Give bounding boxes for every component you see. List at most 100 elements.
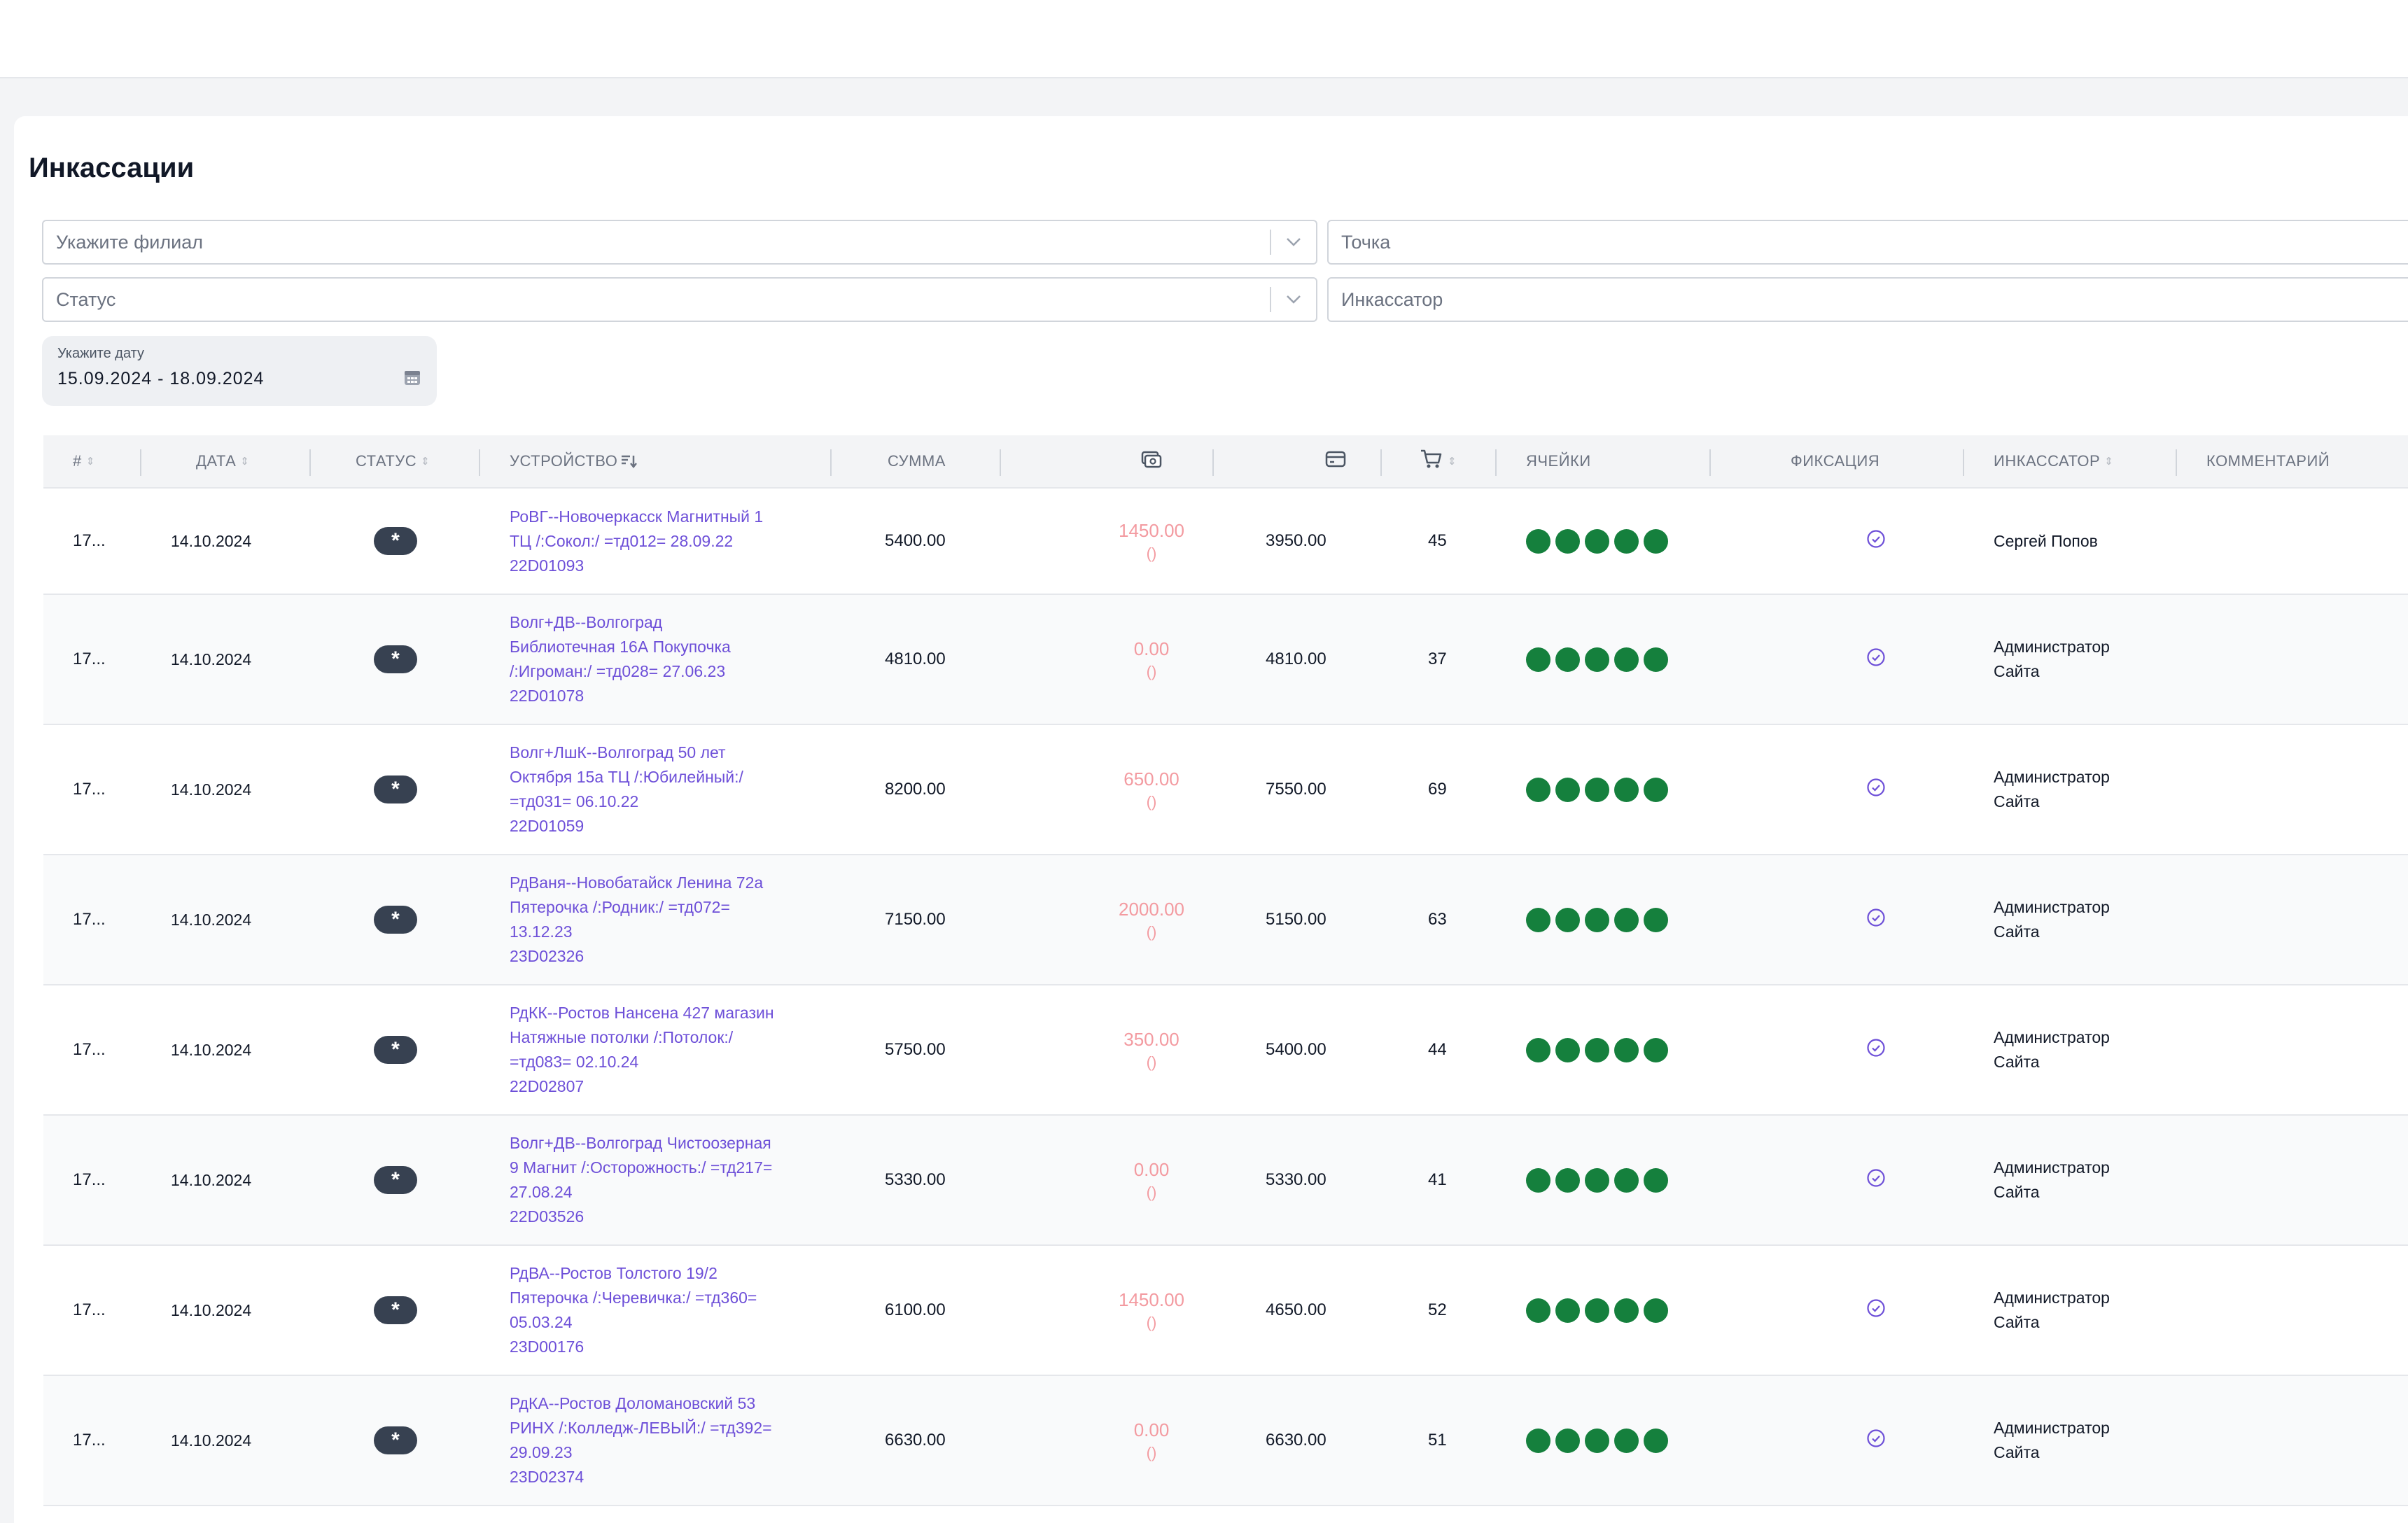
date-range-label: Укажите дату bbox=[57, 346, 145, 361]
cash-detail[interactable]: () bbox=[1147, 1184, 1157, 1202]
row-card: 3950.00 bbox=[1266, 531, 1326, 550]
sort-icon[interactable]: ⇕ bbox=[2104, 455, 2113, 468]
status-badge[interactable]: * bbox=[374, 1036, 417, 1064]
cash-detail[interactable]: () bbox=[1147, 545, 1157, 563]
table-row[interactable]: 17... 14.10.2024 * РдКА--Ростов Доломано… bbox=[43, 1376, 2408, 1506]
cash-detail[interactable]: () bbox=[1147, 1314, 1157, 1332]
column-id[interactable]: # ⇕ bbox=[73, 435, 95, 487]
cell-status-dot bbox=[1526, 647, 1550, 672]
column-divider bbox=[309, 449, 311, 476]
status-badge[interactable]: * bbox=[374, 1166, 417, 1194]
table-row[interactable]: 17... 14.10.2024 * Волг+ДВ--Волгоград Чи… bbox=[43, 1116, 2408, 1246]
device-link[interactable]: Волг+ДВ--Волгоград Библиотечная 16А Поку… bbox=[510, 610, 731, 708]
table-row[interactable]: 17... 14.10.2024 * Волг+ЛшК--Волгоград 5… bbox=[43, 725, 2408, 855]
cell-status-dot bbox=[1614, 528, 1639, 554]
cash-detail[interactable]: () bbox=[1147, 923, 1157, 941]
check-circle-icon[interactable] bbox=[1866, 1168, 1886, 1193]
row-status: * bbox=[374, 855, 417, 984]
cash-detail[interactable]: () bbox=[1147, 793, 1157, 811]
check-circle-icon[interactable] bbox=[1866, 529, 1886, 554]
cell-status-dot bbox=[1555, 777, 1580, 802]
status-badge[interactable]: * bbox=[374, 645, 417, 673]
row-id: 17... bbox=[73, 1040, 106, 1059]
device-link[interactable]: РдВаня--Новобатайск Ленина 72а Пятерочка… bbox=[510, 871, 763, 969]
table-row[interactable]: 17... 14.10.2024 * Волг+ДВ--Волгоград Би… bbox=[43, 595, 2408, 725]
row-fixation bbox=[1866, 595, 1886, 724]
column-device-label: Устройство bbox=[510, 452, 618, 470]
device-link[interactable]: РдВА--Ростов Толстого 19/2 Пятерочка /:Ч… bbox=[510, 1261, 757, 1359]
sort-icon[interactable]: ⇕ bbox=[421, 455, 430, 468]
status-select[interactable]: Статус bbox=[42, 277, 1317, 322]
column-divider bbox=[479, 449, 480, 476]
sort-icon[interactable]: ⇕ bbox=[86, 455, 95, 468]
status-badge[interactable]: * bbox=[374, 1426, 417, 1454]
row-device: Волг+ДВ--Волгоград Библиотечная 16А Поку… bbox=[510, 595, 804, 724]
column-device[interactable]: Устройство bbox=[510, 435, 638, 487]
date-range-picker[interactable]: Укажите дату 15.09.2024 - 18.09.2024 bbox=[42, 336, 437, 406]
column-cart[interactable]: ⇕ bbox=[1420, 435, 1457, 487]
column-collector[interactable]: Инкассатор ⇕ bbox=[1994, 435, 2113, 487]
device-link[interactable]: РдКК--Ростов Нансена 427 магазин Натяжны… bbox=[510, 1001, 774, 1099]
check-circle-icon[interactable] bbox=[1866, 647, 1886, 672]
device-link[interactable]: Волг+ЛшК--Волгоград 50 лет Октября 15а Т… bbox=[510, 741, 743, 838]
cell-status-dot bbox=[1526, 1298, 1550, 1323]
sort-icon[interactable]: ⇕ bbox=[240, 455, 249, 468]
cash-amount: 650.00 bbox=[1124, 768, 1180, 789]
column-status[interactable]: Статус ⇕ bbox=[356, 435, 430, 487]
row-collector: Администратор Сайта bbox=[1994, 1116, 2176, 1244]
chevron-down-icon[interactable] bbox=[1271, 237, 1316, 247]
cash-amount: 350.00 bbox=[1124, 1028, 1180, 1050]
table-row[interactable]: 17... 14.10.2024 * РоВГ--Новочеркасск Ма… bbox=[43, 489, 2408, 595]
column-fixation[interactable]: Фиксация bbox=[1791, 435, 1879, 487]
status-badge[interactable]: * bbox=[374, 775, 417, 803]
check-circle-icon[interactable] bbox=[1866, 1038, 1886, 1062]
column-comment[interactable]: Комментарий bbox=[2206, 435, 2330, 487]
row-cart: 69 bbox=[1428, 780, 1447, 799]
status-badge[interactable]: * bbox=[374, 527, 417, 555]
device-link[interactable]: РдКА--Ростов Доломановский 53 РИНХ /:Кол… bbox=[510, 1391, 772, 1489]
column-sum[interactable]: Сумма bbox=[888, 435, 946, 487]
column-date[interactable]: Дата ⇕ bbox=[196, 435, 249, 487]
branch-select[interactable]: Укажите филиал bbox=[42, 220, 1317, 265]
table-row[interactable]: 17... 14.10.2024 * РдКК--Ростов Нансена … bbox=[43, 985, 2408, 1116]
collector-name: Сергей Попов bbox=[1994, 531, 2098, 550]
cash-detail[interactable]: () bbox=[1147, 1444, 1157, 1462]
row-cells bbox=[1526, 489, 1668, 594]
check-circle-icon[interactable] bbox=[1866, 778, 1886, 802]
cell-status-dot bbox=[1644, 777, 1668, 802]
row-sum: 5750.00 bbox=[885, 1040, 946, 1059]
date-range-value[interactable]: 15.09.2024 - 18.09.2024 bbox=[57, 369, 421, 389]
table-row[interactable]: 17... 14.10.2024 * РдВА--Ростов Толстого… bbox=[43, 1246, 2408, 1376]
device-link[interactable]: Волг+ДВ--Волгоград Чистоозерная 9 Магнит… bbox=[510, 1131, 772, 1229]
check-circle-icon[interactable] bbox=[1866, 1298, 1886, 1323]
check-circle-icon[interactable] bbox=[1866, 908, 1886, 932]
cell-status-dot bbox=[1644, 1428, 1668, 1453]
table-row[interactable]: 17... 14.10.2024 * РдВаня--Новобатайск Л… bbox=[43, 855, 2408, 985]
row-fixation bbox=[1866, 1376, 1886, 1505]
column-card[interactable] bbox=[1324, 435, 1347, 487]
status-badge[interactable]: * bbox=[374, 1296, 417, 1324]
row-cart: 45 bbox=[1428, 531, 1447, 550]
check-circle-icon[interactable] bbox=[1866, 1429, 1886, 1453]
collector-input[interactable]: Инкассатор bbox=[1327, 277, 2408, 322]
row-device: РдКА--Ростов Доломановский 53 РИНХ /:Кол… bbox=[510, 1376, 804, 1505]
column-cash[interactable] bbox=[1140, 435, 1162, 487]
chevron-down-icon[interactable] bbox=[1271, 295, 1316, 304]
calendar-icon[interactable] bbox=[403, 368, 421, 390]
column-cells[interactable]: Ячейки bbox=[1526, 435, 1591, 487]
point-input-placeholder: Точка bbox=[1341, 231, 1391, 253]
row-cells bbox=[1526, 1246, 1668, 1375]
cell-status-dot bbox=[1555, 907, 1580, 932]
cash-detail[interactable]: () bbox=[1147, 1053, 1157, 1072]
cash-detail[interactable]: () bbox=[1147, 663, 1157, 681]
sort-icon[interactable]: ⇕ bbox=[1448, 455, 1457, 468]
device-link[interactable]: РоВГ--Новочеркасск Магнитный 1 ТЦ /:Соко… bbox=[510, 505, 763, 578]
cash-icon bbox=[1140, 449, 1162, 473]
row-collector: Сергей Попов bbox=[1994, 489, 2176, 594]
cell-status-dot bbox=[1644, 528, 1668, 554]
column-divider bbox=[2176, 449, 2177, 476]
status-badge[interactable]: * bbox=[374, 906, 417, 934]
sort-desc-icon[interactable] bbox=[620, 454, 638, 469]
cash-amount: 0.00 bbox=[1133, 1419, 1170, 1440]
point-input[interactable]: Точка bbox=[1327, 220, 2408, 265]
